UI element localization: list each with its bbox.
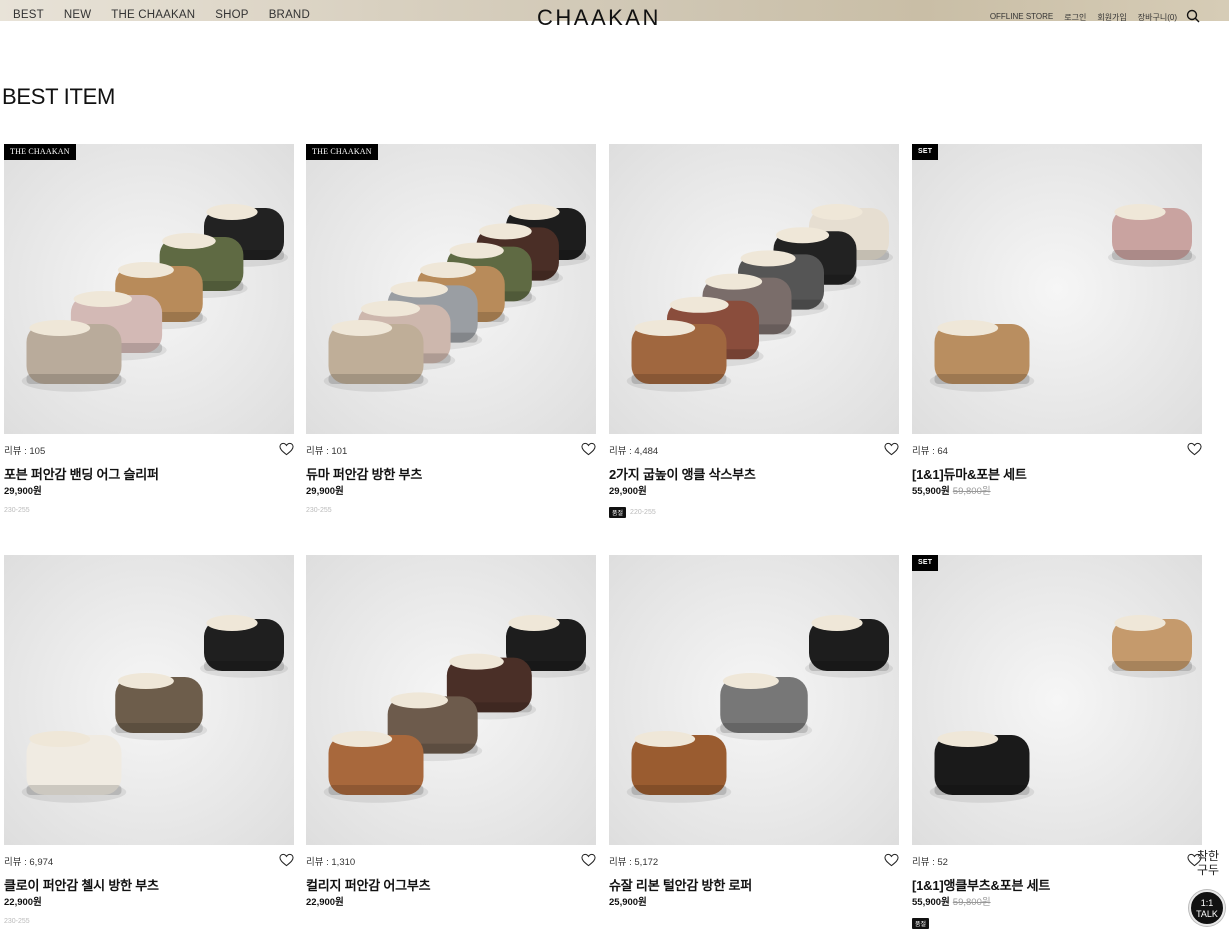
product-card[interactable]: 리뷰 : 6,974 클로이 퍼안감 첼시 방한 부츠 22,900원 230-255: [4, 555, 294, 925]
cart-link[interactable]: 장바구니(0): [1138, 12, 1177, 23]
section-title: BEST ITEM: [2, 84, 116, 109]
review-count: 리뷰 : 6,974: [4, 857, 54, 868]
review-count: 리뷰 : 105: [4, 446, 46, 457]
brand-line-2: 구두: [1196, 863, 1220, 877]
review-count: 리뷰 : 101: [306, 446, 348, 457]
size-text: 230-255: [306, 507, 332, 514]
product-price: 22,900원: [306, 894, 344, 908]
sale-price: 29,900원: [306, 486, 344, 497]
product-price: 25,900원: [609, 894, 647, 908]
talk-line-1: 1:1: [1200, 898, 1214, 908]
sale-price: 55,900원: [912, 486, 950, 497]
product-image[interactable]: [4, 555, 294, 845]
size-range: 230-255: [4, 918, 30, 925]
nav-shop[interactable]: SHOP: [215, 9, 248, 21]
product-card[interactable]: THE CHAAKAN 리뷰 : 105 포븐 퍼안감 밴딩 어그 슬리퍼 29,90…: [4, 144, 294, 514]
product-badge: THE CHAAKAN: [306, 144, 378, 160]
product-image[interactable]: SET: [912, 555, 1202, 845]
product-badge: SET: [912, 555, 939, 571]
product-name[interactable]: 2가지 굽높이 앵클 삭스부츠: [609, 464, 756, 483]
search-icon[interactable]: [1186, 9, 1200, 23]
wishlist-heart-icon[interactable]: [581, 853, 596, 867]
product-name[interactable]: 슈잘 리본 털안감 방한 로퍼: [609, 875, 752, 894]
sale-price: 29,900원: [609, 486, 647, 497]
main-nav: BEST NEW THE CHAAKAN SHOP BRAND: [13, 9, 310, 21]
review-count: 리뷰 : 5,172: [609, 857, 659, 868]
soldout-tag: 품절: [912, 918, 930, 929]
nav-brand[interactable]: BRAND: [269, 9, 310, 21]
product-image[interactable]: THE CHAAKAN: [4, 144, 294, 434]
review-count: 리뷰 : 52: [912, 857, 948, 868]
utility-nav: OFFLINE STORE 로그인 회원가입 장바구니(0): [990, 12, 1177, 23]
size-range: 품절 220-255: [609, 507, 656, 518]
product-card[interactable]: 리뷰 : 5,172 슈잘 리본 털안감 방한 로퍼 25,900원: [609, 555, 899, 908]
nav-new[interactable]: NEW: [64, 9, 91, 21]
wishlist-heart-icon[interactable]: [884, 853, 899, 867]
product-price: 22,900원: [4, 894, 42, 908]
product-image[interactable]: [609, 555, 899, 845]
wishlist-heart-icon[interactable]: [279, 853, 294, 867]
size-range: 230-255: [4, 507, 30, 514]
soldout-tag: 품절: [609, 507, 627, 518]
product-price: 55,900원 59,800원: [912, 483, 991, 497]
product-badge: SET: [912, 144, 939, 160]
product-price: 29,900원: [4, 483, 42, 497]
review-count: 리뷰 : 4,484: [609, 446, 659, 457]
product-badge: THE CHAAKAN: [4, 144, 76, 160]
sale-price: 22,900원: [4, 897, 42, 908]
nav-best[interactable]: BEST: [13, 9, 44, 21]
product-card[interactable]: THE CHAAKAN 리뷰 : 101 듀마 퍼안감 방한 부츠 29,900원 23…: [306, 144, 596, 514]
brand-line-1: 착한: [1196, 849, 1220, 863]
size-text: 220-255: [630, 509, 656, 516]
size-text: 230-255: [4, 507, 30, 514]
size-range: 230-255: [306, 507, 332, 514]
offline-store-link[interactable]: OFFLINE STORE: [990, 12, 1053, 23]
talk-button[interactable]: 1:1 TALK: [1189, 890, 1225, 926]
sale-price: 29,900원: [4, 486, 42, 497]
wishlist-heart-icon[interactable]: [884, 442, 899, 456]
product-name[interactable]: [1&1]앵클부츠&포븐 세트: [912, 875, 1050, 894]
talk-line-2: TALK: [1196, 909, 1218, 919]
sale-price: 22,900원: [306, 897, 344, 908]
product-name[interactable]: 컬리지 퍼안감 어그부츠: [306, 875, 431, 894]
product-price: 29,900원: [306, 483, 344, 497]
site-header: BEST NEW THE CHAAKAN SHOP BRAND CHAAKAN …: [0, 0, 1229, 30]
product-image[interactable]: THE CHAAKAN: [306, 144, 596, 434]
product-name[interactable]: 클로이 퍼안감 첼시 방한 부츠: [4, 875, 159, 894]
wishlist-heart-icon[interactable]: [581, 442, 596, 456]
original-price: 59,800원: [952, 486, 991, 497]
size-range: 품절: [912, 918, 930, 929]
review-count: 리뷰 : 1,310: [306, 857, 356, 868]
product-card[interactable]: SET 리뷰 : 64 [1&1]듀마&포븐 세트 55,900원 59,800원: [912, 144, 1202, 497]
product-card[interactable]: 리뷰 : 4,484 2가지 굽높이 앵클 삭스부츠 29,900원품절 220-25…: [609, 144, 899, 518]
review-count: 리뷰 : 64: [912, 446, 948, 457]
product-image[interactable]: SET: [912, 144, 1202, 434]
product-price: 55,900원 59,800원: [912, 894, 991, 908]
product-image[interactable]: [609, 144, 899, 434]
login-link[interactable]: 로그인: [1064, 12, 1086, 23]
product-name[interactable]: 포븐 퍼안감 밴딩 어그 슬리퍼: [4, 464, 159, 483]
wishlist-heart-icon[interactable]: [1187, 442, 1202, 456]
site-logo[interactable]: CHAAKAN: [537, 5, 661, 31]
product-card[interactable]: 리뷰 : 1,310 컬리지 퍼안감 어그부츠 22,900원: [306, 555, 596, 908]
nav-the-chaakan[interactable]: THE CHAAKAN: [111, 9, 195, 21]
wishlist-heart-icon[interactable]: [279, 442, 294, 456]
original-price: 59,800원: [952, 897, 991, 908]
product-card[interactable]: SET 리뷰 : 52 [1&1]앵클부츠&포븐 세트 55,900원 59,800원 품…: [912, 555, 1202, 929]
product-price: 29,900원: [609, 483, 647, 497]
product-name[interactable]: 듀마 퍼안감 방한 부츠: [306, 464, 422, 483]
product-image[interactable]: [306, 555, 596, 845]
brand-floating-label[interactable]: 착한 구두: [1190, 849, 1226, 879]
size-text: 230-255: [4, 918, 30, 925]
sale-price: 55,900원: [912, 897, 950, 908]
product-name[interactable]: [1&1]듀마&포븐 세트: [912, 464, 1027, 483]
signup-link[interactable]: 회원가입: [1097, 12, 1126, 23]
sale-price: 25,900원: [609, 897, 647, 908]
